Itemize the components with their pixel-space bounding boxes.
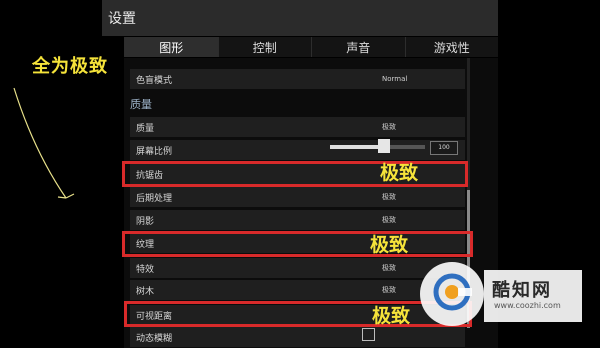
setting-label: 后期处理 bbox=[136, 193, 173, 204]
setting-label: 屏幕比例 bbox=[136, 146, 173, 157]
setting-row-screen-scale: 屏幕比例 bbox=[130, 140, 465, 160]
setting-row-effects[interactable]: 特效 极致 bbox=[130, 258, 465, 278]
slider-handle[interactable] bbox=[378, 139, 390, 153]
watermark-url: www.coozhi.com bbox=[494, 301, 561, 310]
tab-controls[interactable]: 控制 bbox=[217, 37, 311, 57]
watermark-logo-icon bbox=[433, 273, 472, 311]
section-header-quality: 质量 bbox=[130, 98, 152, 111]
setting-label: 特效 bbox=[136, 264, 155, 275]
annotation-antialias: 极致 bbox=[380, 162, 419, 184]
setting-value[interactable]: 极致 bbox=[382, 192, 396, 202]
annotation-all-max: 全为极致 bbox=[32, 56, 108, 77]
setting-label: 质量 bbox=[136, 123, 155, 134]
watermark-name: 酷知网 bbox=[492, 280, 552, 301]
setting-label: 动态模糊 bbox=[136, 333, 173, 344]
tab-sound[interactable]: 声音 bbox=[311, 37, 405, 57]
setting-row-post-process[interactable]: 后期处理 极致 bbox=[130, 187, 465, 207]
setting-label: 树木 bbox=[136, 286, 155, 297]
tab-gameplay[interactable]: 游戏性 bbox=[404, 37, 498, 57]
setting-row-quality[interactable]: 质量 极致 bbox=[130, 117, 465, 137]
tab-bar: 图形 控制 声音 游戏性 bbox=[124, 37, 498, 57]
setting-value[interactable]: Normal bbox=[382, 75, 407, 83]
annotation-texture: 极致 bbox=[370, 234, 409, 256]
setting-row-motion-blur[interactable]: 动态模糊 bbox=[130, 327, 465, 347]
annotation-view-distance: 极致 bbox=[372, 305, 411, 327]
setting-value[interactable]: 极致 bbox=[382, 215, 396, 225]
setting-value[interactable]: 极致 bbox=[382, 122, 396, 132]
setting-value[interactable]: 极致 bbox=[382, 285, 396, 295]
tab-graphics[interactable]: 图形 bbox=[124, 37, 218, 57]
setting-row-color-blind[interactable]: 色盲模式 Normal bbox=[130, 69, 465, 89]
page-title: 设置 bbox=[108, 11, 136, 27]
setting-row-foliage[interactable]: 树木 极致 bbox=[130, 280, 465, 300]
screen-scale-value[interactable]: 100 bbox=[430, 141, 458, 155]
setting-value[interactable]: 极致 bbox=[382, 263, 396, 273]
setting-row-shadow[interactable]: 阴影 极致 bbox=[130, 210, 465, 230]
hand-drawn-arrow bbox=[13, 87, 75, 199]
highlight-texture bbox=[122, 231, 473, 257]
motion-blur-checkbox[interactable] bbox=[362, 328, 375, 341]
settings-header bbox=[102, 0, 498, 36]
highlight-view-distance bbox=[124, 301, 472, 327]
setting-label: 色盲模式 bbox=[136, 75, 173, 86]
setting-label: 阴影 bbox=[136, 216, 155, 227]
